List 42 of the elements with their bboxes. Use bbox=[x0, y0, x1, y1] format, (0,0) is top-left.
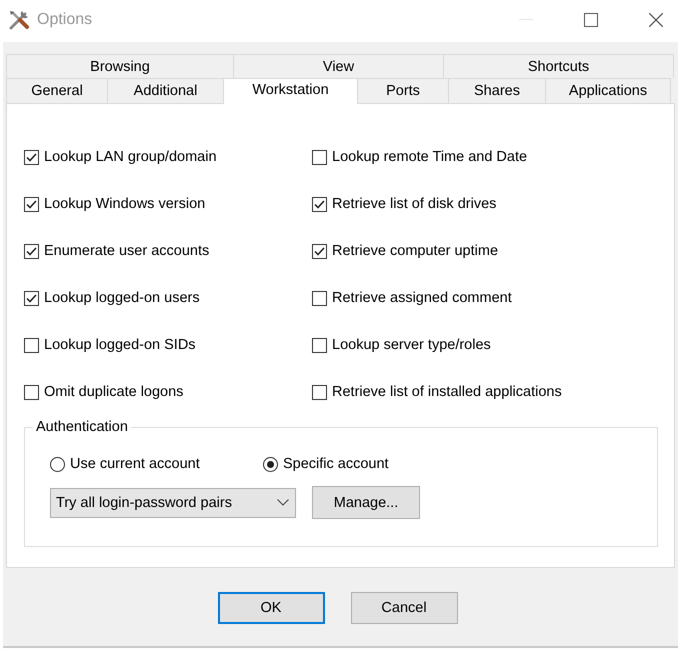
checkbox[interactable] bbox=[312, 290, 327, 306]
tools-icon bbox=[7, 8, 31, 32]
option-label: Lookup LAN group/domain bbox=[44, 149, 217, 165]
checkbox[interactable] bbox=[312, 338, 327, 352]
checkbox[interactable] bbox=[312, 244, 327, 258]
close-icon[interactable] bbox=[649, 13, 663, 27]
ok-button[interactable]: OK bbox=[218, 592, 324, 624]
option-label: Retrieve list of installed applications bbox=[332, 384, 562, 400]
checkbox[interactable] bbox=[24, 150, 39, 164]
tab[interactable]: Workstation bbox=[223, 78, 358, 104]
checkbox[interactable] bbox=[24, 196, 39, 212]
option-label: Lookup remote Time and Date bbox=[332, 149, 528, 165]
radio-label: Use current account bbox=[70, 456, 200, 472]
tab[interactable]: Browsing bbox=[6, 54, 234, 78]
option-label: Lookup logged-on SIDs bbox=[44, 337, 196, 353]
option-label: Lookup server type/roles bbox=[332, 337, 491, 353]
radio-button[interactable] bbox=[50, 456, 65, 472]
tab[interactable]: General bbox=[6, 78, 108, 103]
dropdown[interactable]: Try all login-password pairs bbox=[50, 488, 296, 518]
checkbox[interactable] bbox=[312, 150, 327, 164]
tab[interactable]: Shortcuts bbox=[443, 54, 674, 78]
caret-icon bbox=[277, 499, 289, 506]
checkbox[interactable] bbox=[24, 290, 39, 306]
option-label: Retrieve assigned comment bbox=[332, 290, 512, 306]
window-title: Options bbox=[37, 11, 92, 29]
option-label: Retrieve list of disk drives bbox=[332, 196, 496, 212]
option-label: Lookup logged-on users bbox=[44, 290, 200, 306]
checkbox[interactable] bbox=[24, 338, 39, 352]
radio-label: Specific account bbox=[283, 456, 389, 472]
radio-button[interactable] bbox=[263, 456, 278, 472]
checkbox[interactable] bbox=[312, 196, 327, 212]
maximize-icon[interactable] bbox=[584, 13, 598, 27]
manage-button[interactable]: Manage... bbox=[312, 486, 420, 519]
cancel-button[interactable]: Cancel bbox=[350, 592, 458, 624]
option-label: Lookup Windows version bbox=[44, 196, 206, 212]
checkbox[interactable] bbox=[312, 384, 327, 400]
checkbox[interactable] bbox=[24, 244, 39, 258]
option-label: Omit duplicate logons bbox=[44, 384, 184, 400]
tab[interactable]: Applications bbox=[545, 78, 671, 103]
option-label: Retrieve computer uptime bbox=[332, 243, 498, 259]
option-label: Enumerate user accounts bbox=[44, 243, 210, 259]
checkbox[interactable] bbox=[24, 384, 39, 400]
